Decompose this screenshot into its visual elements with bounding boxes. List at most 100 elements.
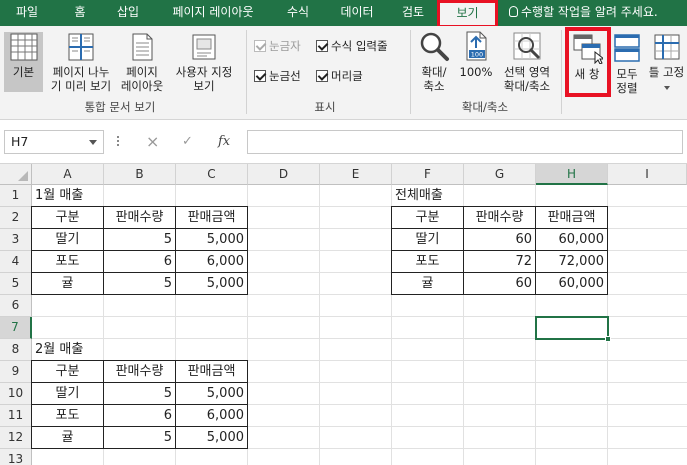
tab-page-layout[interactable]: 페이지 레이아웃 xyxy=(160,0,266,26)
spreadsheet-grid[interactable]: A B C D E F G H I 1 2 3 4 5 6 7 8 9 10 11 12 13 1월 매출 구분 판매수량 판매금… xyxy=(0,164,687,465)
formula-input[interactable] xyxy=(247,130,683,154)
row-header-13[interactable]: 13 xyxy=(0,449,32,465)
cell-c9[interactable]: 판매금액 xyxy=(175,360,248,383)
column-header-a[interactable]: A xyxy=(32,164,104,185)
column-header-h[interactable]: H xyxy=(536,164,608,185)
cell-b9[interactable]: 판매수량 xyxy=(103,360,176,383)
column-header-c[interactable]: C xyxy=(176,164,248,185)
formula-bar-checkbox[interactable]: 수식 입력줄 xyxy=(316,38,388,54)
row-header-7[interactable]: 7 xyxy=(0,317,32,339)
page-layout-view-button[interactable]: 페이지 레이아웃 xyxy=(118,32,166,93)
row-header-10[interactable]: 10 xyxy=(0,383,32,405)
insert-function-icon[interactable]: fx xyxy=(218,130,230,154)
tab-formulas[interactable]: 수식 xyxy=(278,0,318,26)
cell-f5[interactable]: 귤 xyxy=(391,272,464,295)
zoom-100-icon: 100 xyxy=(466,31,487,61)
column-header-f[interactable]: F xyxy=(392,164,464,185)
fill-handle[interactable] xyxy=(605,336,611,342)
ruler-checkbox[interactable]: 눈금자 xyxy=(254,38,301,54)
column-header-b[interactable]: B xyxy=(104,164,176,185)
cell-c4[interactable]: 6,000 xyxy=(175,250,248,273)
cell-g4[interactable]: 72 xyxy=(463,250,536,273)
cell-c2[interactable]: 판매금액 xyxy=(175,206,248,229)
cell-h5[interactable]: 60,000 xyxy=(535,272,608,295)
cell-c10[interactable]: 5,000 xyxy=(175,382,248,405)
custom-views-button[interactable]: 사용자 지정 보기 xyxy=(170,32,238,93)
view-tab-highlight xyxy=(437,0,498,28)
cell-b10[interactable]: 5 xyxy=(103,382,176,405)
zoom-to-selection-button[interactable]: 선택 영역 확대/축소 xyxy=(496,30,558,93)
cell-f4[interactable]: 포도 xyxy=(391,250,464,273)
tab-home[interactable]: 홈 xyxy=(62,0,98,26)
row-header-2[interactable]: 2 xyxy=(0,207,32,229)
cell-a4[interactable]: 포도 xyxy=(31,250,104,273)
cell-a10[interactable]: 딸기 xyxy=(31,382,104,405)
page-break-preview-button[interactable]: 페이지 나누 기 미리 보기 xyxy=(46,32,116,93)
row-header-1[interactable]: 1 xyxy=(0,185,32,207)
cell-b12[interactable]: 5 xyxy=(103,426,176,449)
freeze-panes-icon xyxy=(654,34,679,60)
row-header-4[interactable]: 4 xyxy=(0,251,32,273)
gridlines-checkbox[interactable]: 눈금선 xyxy=(254,68,301,84)
row-header-3[interactable]: 3 xyxy=(0,229,32,251)
cell-a9[interactable]: 구분 xyxy=(31,360,104,383)
select-all-corner[interactable] xyxy=(0,164,32,185)
name-box[interactable]: H7 xyxy=(4,130,104,154)
row-header-11[interactable]: 11 xyxy=(0,405,32,427)
lightbulb-icon xyxy=(509,6,518,17)
column-header-d[interactable]: D xyxy=(248,164,320,185)
normal-view-button[interactable]: 기본 xyxy=(4,32,43,79)
cell-h4[interactable]: 72,000 xyxy=(535,250,608,273)
headings-checkbox[interactable]: 머리글 xyxy=(316,68,363,84)
column-header-i[interactable]: I xyxy=(608,164,687,185)
checkbox-checked-icon xyxy=(316,70,328,82)
tab-review[interactable]: 검토 xyxy=(392,0,434,26)
ribbon-tab-bar: 파일 홈 삽입 페이지 레이아웃 수식 데이터 검토 보기 수행할 작업을 알려… xyxy=(0,0,687,26)
cell-c11[interactable]: 6,000 xyxy=(175,404,248,427)
cell-a8[interactable]: 2월 매출 xyxy=(32,339,105,362)
zoom-100-button[interactable]: 100 100% xyxy=(456,30,496,79)
cell-f1[interactable]: 전체매출 xyxy=(392,185,465,208)
row-header-8[interactable]: 8 xyxy=(0,339,32,361)
cell-c12[interactable]: 5,000 xyxy=(175,426,248,449)
cell-b4[interactable]: 6 xyxy=(103,250,176,273)
cell-a11[interactable]: 포도 xyxy=(31,404,104,427)
cell-g2[interactable]: 판매수량 xyxy=(463,206,536,229)
cell-c5[interactable]: 5,000 xyxy=(175,272,248,295)
freeze-panes-button[interactable]: 틀 고정 xyxy=(646,32,687,93)
column-header-g[interactable]: G xyxy=(464,164,536,185)
cell-f2[interactable]: 구분 xyxy=(391,206,464,229)
zoom-button[interactable]: 확대/ 축소 xyxy=(414,30,454,93)
page-break-preview-label-2: 기 미리 보기 xyxy=(50,79,112,93)
tab-file[interactable]: 파일 xyxy=(4,0,50,26)
zoom-label-1: 확대/ xyxy=(421,65,447,79)
cancel-icon[interactable]: × xyxy=(146,130,159,154)
formula-bar-resize-handle[interactable] xyxy=(117,134,121,150)
cell-b11[interactable]: 6 xyxy=(103,404,176,427)
row-header-6[interactable]: 6 xyxy=(0,295,32,317)
cell-f3[interactable]: 딸기 xyxy=(391,228,464,251)
cell-b5[interactable]: 5 xyxy=(103,272,176,295)
cell-b2[interactable]: 판매수량 xyxy=(103,206,176,229)
row-header-5[interactable]: 5 xyxy=(0,273,32,295)
cell-a1[interactable]: 1월 매출 xyxy=(32,185,105,208)
cell-a3[interactable]: 딸기 xyxy=(31,228,104,251)
cell-c3[interactable]: 5,000 xyxy=(175,228,248,251)
cell-a5[interactable]: 귤 xyxy=(31,272,104,295)
row-header-9[interactable]: 9 xyxy=(0,361,32,383)
tell-me-search[interactable]: 수행할 작업을 알려 주세요. xyxy=(509,0,658,26)
tab-insert[interactable]: 삽입 xyxy=(106,0,150,26)
cell-g3[interactable]: 60 xyxy=(463,228,536,251)
cell-h2[interactable]: 판매금액 xyxy=(535,206,608,229)
column-header-e[interactable]: E xyxy=(320,164,392,185)
row-header-12[interactable]: 12 xyxy=(0,427,32,449)
cell-a2[interactable]: 구분 xyxy=(31,206,104,229)
group-label-show: 표시 xyxy=(314,100,336,114)
cell-h3[interactable]: 60,000 xyxy=(535,228,608,251)
cell-g5[interactable]: 60 xyxy=(463,272,536,295)
cell-a12[interactable]: 귤 xyxy=(31,426,104,449)
cell-b3[interactable]: 5 xyxy=(103,228,176,251)
tab-data[interactable]: 데이터 xyxy=(330,0,384,26)
enter-icon[interactable]: ✓ xyxy=(182,130,193,154)
arrange-all-button[interactable]: 모두 정렬 xyxy=(610,32,644,95)
